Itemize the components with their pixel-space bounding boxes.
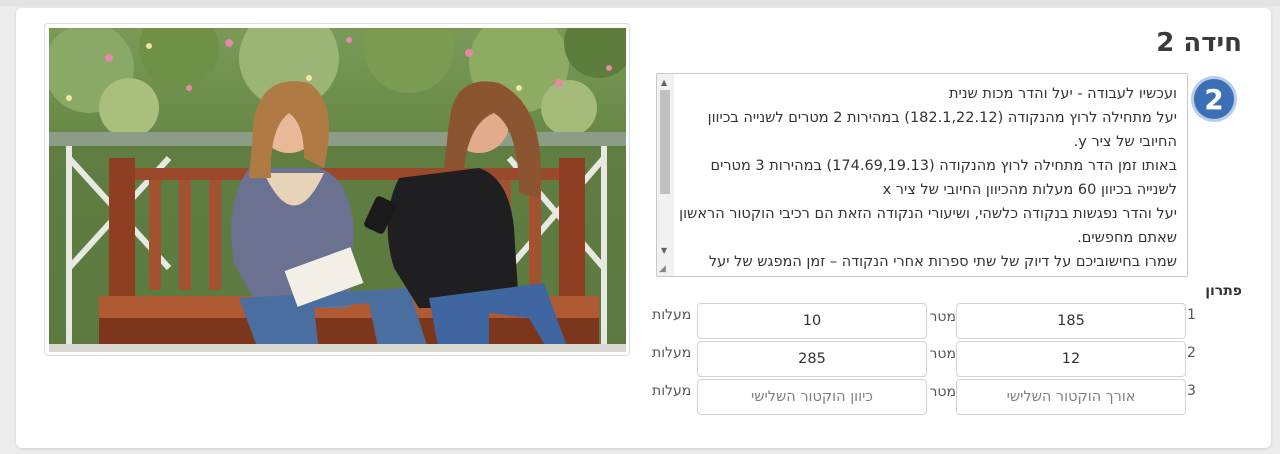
scroll-down-icon[interactable]: ▼	[661, 246, 667, 255]
problem-textarea[interactable]: ▲ ▼ ◢ ועכשיו לעבודה - יעל והדר מכות שנית…	[656, 73, 1188, 277]
solution-label: פתרון	[1205, 283, 1242, 299]
vector3-direction-input[interactable]	[697, 379, 927, 415]
vector3-length-input[interactable]	[956, 379, 1186, 415]
vector1-length-unit: מטר	[930, 309, 956, 325]
bench-photo-illustration	[49, 28, 626, 352]
vector1-direction-unit: מעלות	[652, 307, 692, 323]
problem-line: יעל והדר נפגשות בנקודה כלשהי, ושיעורי הנ…	[679, 206, 1177, 246]
vector2-length-input[interactable]	[956, 341, 1186, 377]
row-number-3: 3	[1187, 383, 1196, 399]
puzzle-photo	[49, 28, 626, 352]
vector3-length-unit: מטר	[930, 384, 956, 400]
problem-line: באותו זמן הדר מתחילה לרוץ מהנקודה (174.6…	[710, 158, 1178, 198]
vector1-direction-input[interactable]	[697, 303, 927, 339]
resize-grip-icon[interactable]: ◢	[659, 264, 666, 274]
problem-scrollbar[interactable]: ▲ ▼	[657, 74, 674, 276]
vector2-direction-input[interactable]	[697, 341, 927, 377]
problem-line: יעל מתחילה לרוץ מהנקודה (182.1,22.12) במ…	[707, 110, 1177, 150]
vector2-direction-unit: מעלות	[652, 345, 692, 361]
page-title: חידה 2	[1156, 28, 1242, 58]
vector1-length-input[interactable]	[956, 303, 1186, 339]
problem-line: ועכשיו לעבודה - יעל והדר מכות שנית	[948, 86, 1177, 102]
scroll-thumb[interactable]	[660, 90, 670, 194]
problem-line: שמרו בחישוביכם על דיוק של שתי ספרות אחרי…	[708, 254, 1177, 270]
row-number-2: 2	[1187, 345, 1196, 361]
scroll-up-icon[interactable]: ▲	[661, 78, 667, 87]
vector2-length-unit: מטר	[930, 346, 956, 362]
problem-text: ועכשיו לעבודה - יעל והדר מכות שנית יעל מ…	[677, 82, 1177, 274]
puzzle-photo-frame	[44, 23, 630, 356]
row-number-1: 1	[1187, 307, 1196, 323]
top-strip	[0, 0, 1280, 6]
question-number-badge: 2	[1191, 76, 1237, 122]
vector3-direction-unit: מעלות	[652, 383, 692, 399]
